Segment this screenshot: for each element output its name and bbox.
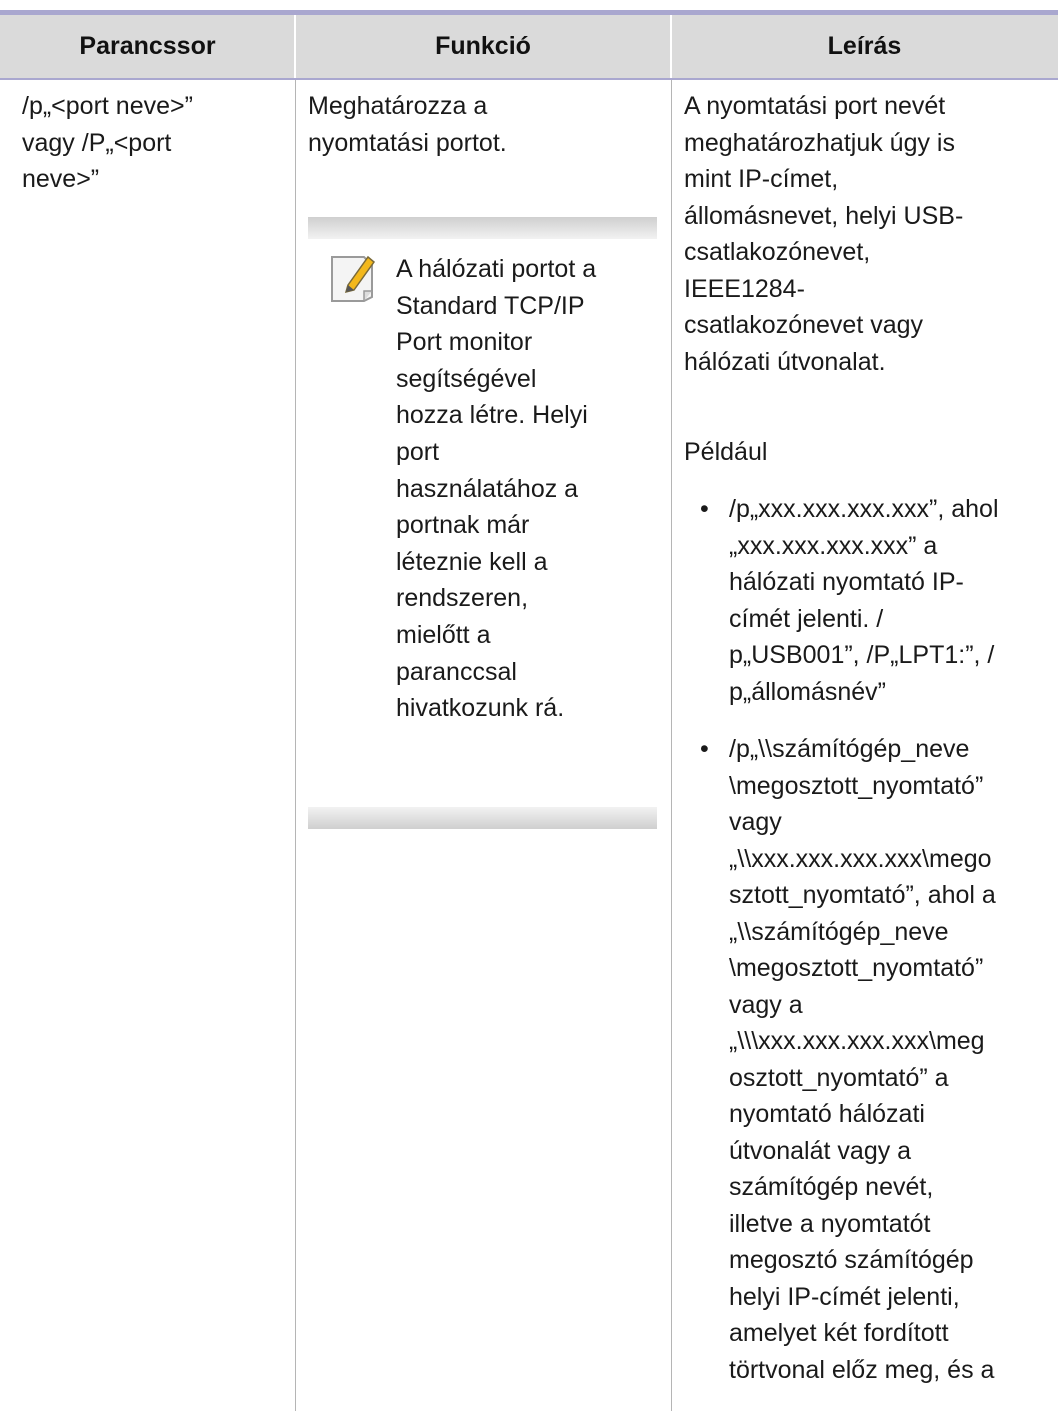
description-line: hálózati útvonalat. bbox=[684, 347, 886, 376]
bullet-line: „\\\xxx.xxx.xxx.xxx\meg bbox=[729, 1027, 985, 1055]
column-divider bbox=[671, 80, 672, 1411]
bullet-line: „\\xxx.xxx.xxx.xxx\mego bbox=[729, 844, 992, 873]
note-line: A hálózati portot a bbox=[396, 255, 597, 283]
note-line: portnak már bbox=[396, 511, 530, 540]
note-line: hozza létre. Helyi bbox=[396, 401, 588, 430]
bullet-item: /p„xxx.xxx.xxx.xxx”, ahol „xxx.xxx.xxx.x… bbox=[729, 491, 1058, 710]
bullet-item: /p„\\számítógép_neve \megosztott_nyomtat… bbox=[729, 731, 1058, 1388]
bullet-line: törtvonal előz meg, és a bbox=[729, 1355, 995, 1384]
description-line: meghatározhatjuk úgy is bbox=[684, 128, 955, 157]
function-cell: Meghatározza a nyomtatási portot. bbox=[308, 88, 663, 161]
command-line: neve>” bbox=[22, 165, 100, 193]
bullet-line: \megosztott_nyomtató” bbox=[729, 954, 984, 982]
description-line: IEEE1284- bbox=[684, 274, 805, 303]
note-line: használatához a bbox=[396, 474, 579, 503]
function-line: Meghatározza a bbox=[308, 92, 488, 120]
bullet-line: p„USB001”, /P„LPT1:”, / bbox=[729, 641, 995, 669]
description-line: A nyomtatási port nevét bbox=[684, 92, 946, 120]
example-label: Például bbox=[684, 438, 768, 466]
note-text: A hálózati portot a Standard TCP/IP Port… bbox=[396, 251, 658, 727]
bullet-line: sztott_nyomtató”, ahol a bbox=[729, 881, 996, 909]
bullet-line: „\\számítógép_neve bbox=[729, 917, 949, 946]
bullet-line: /p„xxx.xxx.xxx.xxx”, ahol bbox=[729, 495, 999, 523]
bullet-line: amelyet két fordított bbox=[729, 1319, 949, 1347]
bullet-line: p„állomásnév” bbox=[729, 677, 887, 706]
bullet-line: számítógép nevét, bbox=[729, 1173, 934, 1201]
bullet-line: \megosztott_nyomtató” bbox=[729, 771, 984, 800]
description-line: csatlakozónevet vagy bbox=[684, 311, 924, 339]
header-description: Leírás bbox=[827, 32, 902, 60]
note-line: mielőtt a bbox=[396, 620, 491, 649]
command-line: /p„<port neve>” bbox=[22, 92, 193, 120]
note-line: hivatkozunk rá. bbox=[396, 694, 565, 723]
note-pencil-icon bbox=[328, 251, 380, 303]
bullet-line: illetve a nyomtatót bbox=[729, 1209, 931, 1238]
bullet-line: „xxx.xxx.xxx.xxx” a bbox=[729, 531, 938, 560]
bullet-line: vagy bbox=[729, 808, 782, 836]
description-line: csatlakozónevet, bbox=[684, 238, 871, 266]
header-function: Funkció bbox=[435, 32, 531, 60]
bullet-line: hálózati nyomtató IP- bbox=[729, 568, 964, 596]
description-cell: A nyomtatási port nevét meghatározhatjuk… bbox=[684, 88, 1054, 380]
bullet-line: nyomtató hálózati bbox=[729, 1100, 925, 1128]
note-line: rendszeren, bbox=[396, 584, 529, 613]
note-line: Port monitor bbox=[396, 328, 533, 357]
bullet-line: megosztó számítógép bbox=[729, 1246, 974, 1274]
description-line: mint IP-címet, bbox=[684, 165, 839, 193]
note-line: segítségével bbox=[396, 364, 537, 393]
bullet-line: címét jelenti. / bbox=[729, 604, 884, 633]
header-divider bbox=[294, 15, 296, 78]
header-divider bbox=[670, 15, 672, 78]
bullet-icon: • bbox=[700, 495, 709, 523]
note-line: Standard TCP/IP bbox=[396, 291, 585, 320]
bullet-line: /p„\\számítógép_neve bbox=[729, 735, 970, 763]
command-cell: /p„<port neve>” vagy /P„<port neve>” bbox=[22, 88, 287, 198]
header-command: Parancssor bbox=[79, 32, 216, 60]
description-line: állomásnevet, helyi USB- bbox=[684, 201, 964, 230]
bullet-line: helyi IP-címét jelenti, bbox=[729, 1282, 960, 1311]
command-line: vagy /P„<port bbox=[22, 128, 172, 157]
note-bar-top bbox=[308, 217, 657, 239]
bullet-line: útvonalát vagy a bbox=[729, 1136, 912, 1165]
column-divider bbox=[295, 80, 296, 1411]
note-line: léteznie kell a bbox=[396, 547, 548, 576]
note-bar-bottom bbox=[308, 807, 657, 829]
bullet-line: osztott_nyomtató” a bbox=[729, 1063, 949, 1092]
function-line: nyomtatási portot. bbox=[308, 128, 507, 157]
bullet-line: vagy a bbox=[729, 990, 803, 1019]
note-box: A hálózati portot a Standard TCP/IP Port… bbox=[308, 217, 657, 829]
note-line: paranccsal bbox=[396, 657, 517, 686]
bullet-icon: • bbox=[700, 735, 709, 763]
table-header: Parancssor Funkció Leírás bbox=[0, 15, 1058, 78]
header-bottom-rule bbox=[0, 78, 1058, 80]
note-line: port bbox=[396, 437, 440, 466]
